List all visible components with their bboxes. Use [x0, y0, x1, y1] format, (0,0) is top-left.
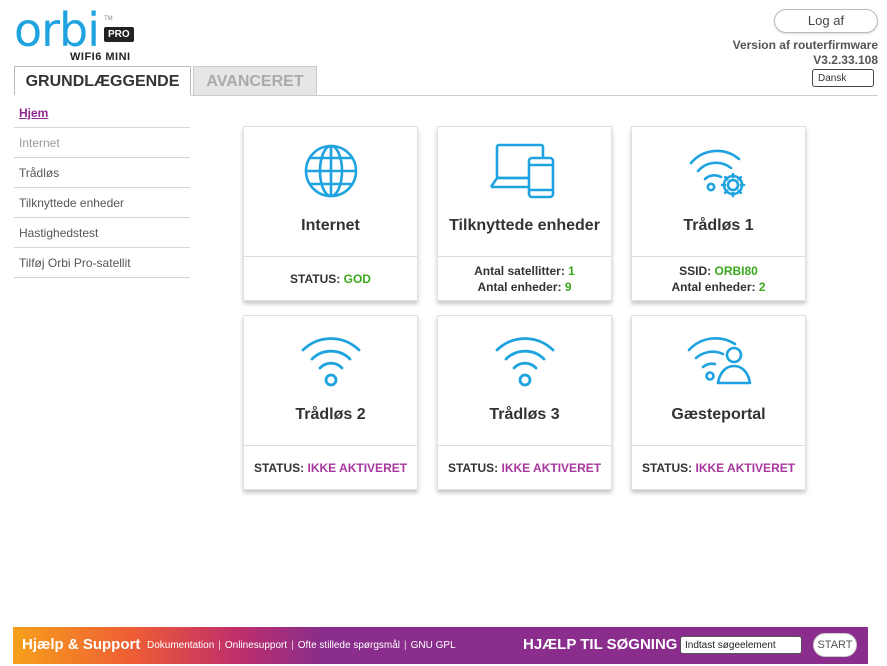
- card-title: Trådløs 1: [683, 217, 754, 234]
- footer-links: Dokumentation | Onlinesupport | Ofte sti…: [147, 640, 456, 651]
- wifi-user-icon: [632, 330, 805, 390]
- firmware-version: V3.2.33.108: [813, 53, 878, 67]
- sidebar-item-home[interactable]: Hjem: [14, 98, 190, 128]
- satellites-label: Antal satellitter:: [474, 264, 565, 278]
- devices-icon: [438, 141, 611, 201]
- card-status: STATUS: GOD: [244, 257, 417, 301]
- ssid-label: SSID:: [679, 264, 712, 278]
- card-status: Antal satellitter: 1 Antal enheder: 9: [438, 257, 611, 301]
- status-label: STATUS:: [447, 461, 499, 475]
- link-separator: |: [218, 640, 221, 651]
- card-header: Tilknyttede enheder: [438, 127, 611, 257]
- devices-value: 2: [758, 280, 766, 294]
- sidebar-item-attached-devices[interactable]: Tilknyttede enheder: [14, 188, 190, 218]
- card-header: Gæsteportal: [632, 316, 805, 446]
- card-title: Tilknyttede enheder: [449, 217, 600, 234]
- help-search-input[interactable]: [680, 636, 802, 654]
- tab-basic[interactable]: GRUNDLÆGGENDE: [14, 66, 191, 95]
- documentation-link[interactable]: Dokumentation: [147, 640, 214, 651]
- card-title: Gæsteportal: [671, 406, 766, 423]
- ssid-value: ORBI80: [714, 264, 758, 278]
- wifi-icon: [244, 330, 417, 390]
- card-title: Internet: [301, 217, 360, 234]
- link-separator: |: [291, 640, 294, 651]
- status-value: GOD: [343, 272, 371, 286]
- card-status: STATUS: IKKE AKTIVERET: [438, 446, 611, 490]
- card-status: STATUS: IKKE AKTIVERET: [244, 446, 417, 490]
- logo-pro-badge: PRO: [104, 27, 134, 42]
- search-help-label: HJÆLP TIL SØGNING: [523, 636, 678, 653]
- search-start-button[interactable]: START: [813, 633, 857, 657]
- status-label: STATUS:: [290, 272, 341, 286]
- sidebar-nav: Hjem Internet Trådløs Tilknyttede enhede…: [14, 98, 190, 278]
- card-title: Trådløs 2: [295, 406, 366, 423]
- orbi-logo: orbi TM PRO WIFI6 MINI: [14, 4, 144, 65]
- status-label: STATUS:: [641, 461, 693, 475]
- status-value: IKKE AKTIVERET: [695, 461, 796, 475]
- wifi-icon: [438, 330, 611, 390]
- logo-subtitle: WIFI6 MINI: [70, 51, 131, 63]
- sidebar-item-wireless[interactable]: Trådløs: [14, 158, 190, 188]
- card-status: STATUS: IKKE AKTIVERET: [632, 446, 805, 490]
- devices-label: Antal enheder:: [477, 280, 562, 294]
- logo-wordmark: orbi: [14, 3, 100, 57]
- tab-advanced[interactable]: AVANCERET: [193, 66, 317, 95]
- card-status: SSID: ORBI80 Antal enheder: 2: [632, 257, 805, 301]
- wireless1-card[interactable]: Trådløs 1 SSID: ORBI80 Antal enheder: 2: [631, 126, 806, 301]
- link-separator: |: [404, 640, 407, 651]
- sidebar-item-add-satellite[interactable]: Tilføj Orbi Pro-satellit: [14, 248, 190, 278]
- wifi-settings-icon: [632, 141, 805, 201]
- wireless3-card[interactable]: Trådløs 3 STATUS: IKKE AKTIVERET: [437, 315, 612, 490]
- sidebar-item-internet[interactable]: Internet: [14, 128, 190, 158]
- devices-value: 9: [564, 280, 572, 294]
- help-support-footer: Hjælp & Support Dokumentation | Onlinesu…: [13, 627, 868, 664]
- wireless2-card[interactable]: Trådløs 2 STATUS: IKKE AKTIVERET: [243, 315, 418, 490]
- help-support-title: Hjælp & Support: [22, 636, 141, 653]
- online-support-link[interactable]: Onlinesupport: [225, 640, 287, 651]
- devices-label: Antal enheder:: [671, 280, 756, 294]
- card-header: Trådløs 1: [632, 127, 805, 257]
- status-label: STATUS:: [253, 461, 305, 475]
- internet-card[interactable]: Internet STATUS: GOD: [243, 126, 418, 301]
- globe-icon: [244, 141, 417, 201]
- guest-portal-card[interactable]: Gæsteportal STATUS: IKKE AKTIVERET: [631, 315, 806, 490]
- card-title: Trådløs 3: [489, 406, 560, 423]
- sidebar-item-speedtest[interactable]: Hastighedstest: [14, 218, 190, 248]
- satellites-value: 1: [568, 264, 575, 278]
- gnu-gpl-link[interactable]: GNU GPL: [411, 640, 456, 651]
- card-header: Trådløs 2: [244, 316, 417, 446]
- language-select[interactable]: Dansk: [812, 69, 874, 87]
- devices-card[interactable]: Tilknyttede enheder Antal satellitter: 1…: [437, 126, 612, 301]
- status-value: IKKE AKTIVERET: [501, 461, 602, 475]
- faq-link[interactable]: Ofte stillede spørgsmål: [298, 640, 400, 651]
- status-value: IKKE AKTIVERET: [307, 461, 408, 475]
- sidebar-item-label: Hjem: [19, 106, 49, 120]
- tab-divider: [191, 95, 878, 96]
- logo-tm: TM: [104, 16, 113, 22]
- card-header: Internet: [244, 127, 417, 257]
- firmware-label: Version af routerfirmware: [732, 38, 878, 52]
- logout-button[interactable]: Log af: [774, 9, 878, 33]
- card-header: Trådløs 3: [438, 316, 611, 446]
